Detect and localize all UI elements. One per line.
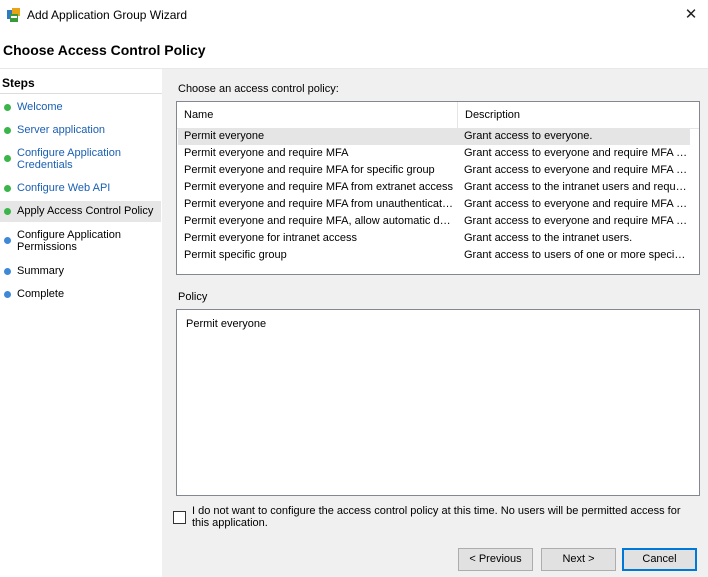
policy-name: Permit everyone and require MFA from una… bbox=[184, 198, 456, 210]
step-label: Apply Access Control Policy bbox=[17, 205, 154, 217]
policy-description: Grant access to everyone. bbox=[464, 130, 593, 142]
step-configure-web-api[interactable]: Configure Web API bbox=[0, 180, 161, 196]
app-group-icon bbox=[6, 7, 22, 23]
step-complete-icon bbox=[4, 104, 11, 111]
policy-name: Permit everyone and require MFA bbox=[184, 147, 349, 159]
step-pending-icon bbox=[4, 268, 11, 275]
policy-row[interactable]: Permit everyone and require MFA Grant ac… bbox=[178, 145, 690, 162]
policy-name: Permit specific group bbox=[184, 249, 287, 261]
policy-list[interactable]: Name Description Permit everyone Grant a… bbox=[176, 101, 700, 275]
policy-name: Permit everyone and require MFA, allow a… bbox=[184, 215, 456, 227]
policy-description: Grant access to the intranet users and r… bbox=[464, 181, 688, 193]
step-label: Configure Application Credentials bbox=[17, 147, 121, 171]
step-complete[interactable]: Complete bbox=[0, 286, 161, 302]
step-server-application[interactable]: Server application bbox=[0, 122, 161, 138]
step-complete-icon bbox=[4, 127, 11, 134]
policy-description: Grant access to everyone and require MFA… bbox=[464, 164, 688, 176]
policy-row[interactable]: Permit everyone and require MFA for spec… bbox=[178, 162, 690, 179]
close-icon: ✕ bbox=[684, 6, 698, 23]
policy-row[interactable]: Permit everyone and require MFA, allow a… bbox=[178, 213, 690, 230]
step-apply-access-control-policy[interactable]: Apply Access Control Policy bbox=[0, 201, 161, 222]
step-current-icon bbox=[4, 208, 11, 215]
steps-title: Steps bbox=[2, 76, 35, 90]
step-welcome[interactable]: Welcome bbox=[0, 99, 161, 115]
column-header-description[interactable]: Description bbox=[458, 102, 699, 128]
policy-description: Grant access to users of one or more spe… bbox=[464, 249, 688, 261]
step-complete-icon bbox=[4, 185, 11, 192]
policy-description: Grant access to everyone and require MFA… bbox=[464, 147, 688, 159]
step-label: Welcome bbox=[17, 101, 63, 113]
button-bar: < Previous Next > Cancel bbox=[162, 543, 708, 577]
policy-description: Grant access to the intranet users. bbox=[464, 232, 633, 244]
skip-policy-checkbox[interactable] bbox=[173, 511, 186, 524]
policy-name: Permit everyone for intranet access bbox=[184, 232, 358, 244]
policy-description: Grant access to everyone and require MFA… bbox=[464, 215, 688, 227]
step-label: Complete bbox=[17, 288, 65, 300]
step-configure-application-credentials[interactable]: Configure Application Credentials bbox=[0, 145, 161, 173]
step-configure-application-permissions[interactable]: Configure Application Permissions bbox=[0, 227, 161, 255]
policy-name: Permit everyone and require MFA from ext… bbox=[184, 181, 454, 193]
policy-row[interactable]: Permit everyone and require MFA from una… bbox=[178, 196, 690, 213]
page-title: Choose Access Control Policy bbox=[3, 42, 206, 58]
step-label: Summary bbox=[17, 265, 65, 277]
policy-list-label: Choose an access control policy: bbox=[178, 83, 339, 95]
title-bar: Add Application Group Wizard ✕ bbox=[0, 0, 708, 30]
step-label: Server application bbox=[17, 124, 106, 136]
window-title: Add Application Group Wizard bbox=[27, 8, 188, 22]
policy-name: Permit everyone and require MFA for spec… bbox=[184, 164, 435, 176]
step-pending-icon bbox=[4, 237, 11, 244]
cancel-button[interactable]: Cancel bbox=[622, 548, 697, 571]
policy-description: Grant access to everyone and require MFA… bbox=[464, 198, 688, 210]
policy-section-label: Policy bbox=[178, 291, 208, 303]
policy-row[interactable]: Permit specific group Grant access to us… bbox=[178, 247, 690, 264]
content-panel: Choose an access control policy: Name De… bbox=[162, 69, 708, 577]
close-button[interactable]: ✕ bbox=[674, 0, 708, 30]
step-complete-icon bbox=[4, 155, 11, 162]
previous-button[interactable]: < Previous bbox=[458, 548, 533, 571]
next-button[interactable]: Next > bbox=[541, 548, 616, 571]
step-summary[interactable]: Summary bbox=[0, 263, 161, 279]
policy-row[interactable]: Permit everyone for intranet access Gran… bbox=[178, 230, 690, 247]
step-label: Configure Application Permissions bbox=[17, 229, 121, 253]
list-header: Name Description bbox=[177, 102, 699, 129]
policy-detail-text: Permit everyone bbox=[186, 318, 267, 330]
step-label: Configure Web API bbox=[17, 182, 111, 194]
steps-panel: Steps Welcome Server application Configu… bbox=[0, 69, 162, 577]
column-header-name[interactable]: Name bbox=[177, 102, 458, 128]
step-pending-icon bbox=[4, 291, 11, 298]
policy-detail-box: Permit everyone bbox=[176, 309, 700, 496]
policy-name: Permit everyone bbox=[184, 130, 265, 142]
skip-policy-label[interactable]: I do not want to configure the access co… bbox=[192, 505, 692, 529]
policy-row[interactable]: Permit everyone Grant access to everyone… bbox=[178, 128, 690, 145]
steps-divider bbox=[0, 93, 162, 94]
policy-row[interactable]: Permit everyone and require MFA from ext… bbox=[178, 179, 690, 196]
